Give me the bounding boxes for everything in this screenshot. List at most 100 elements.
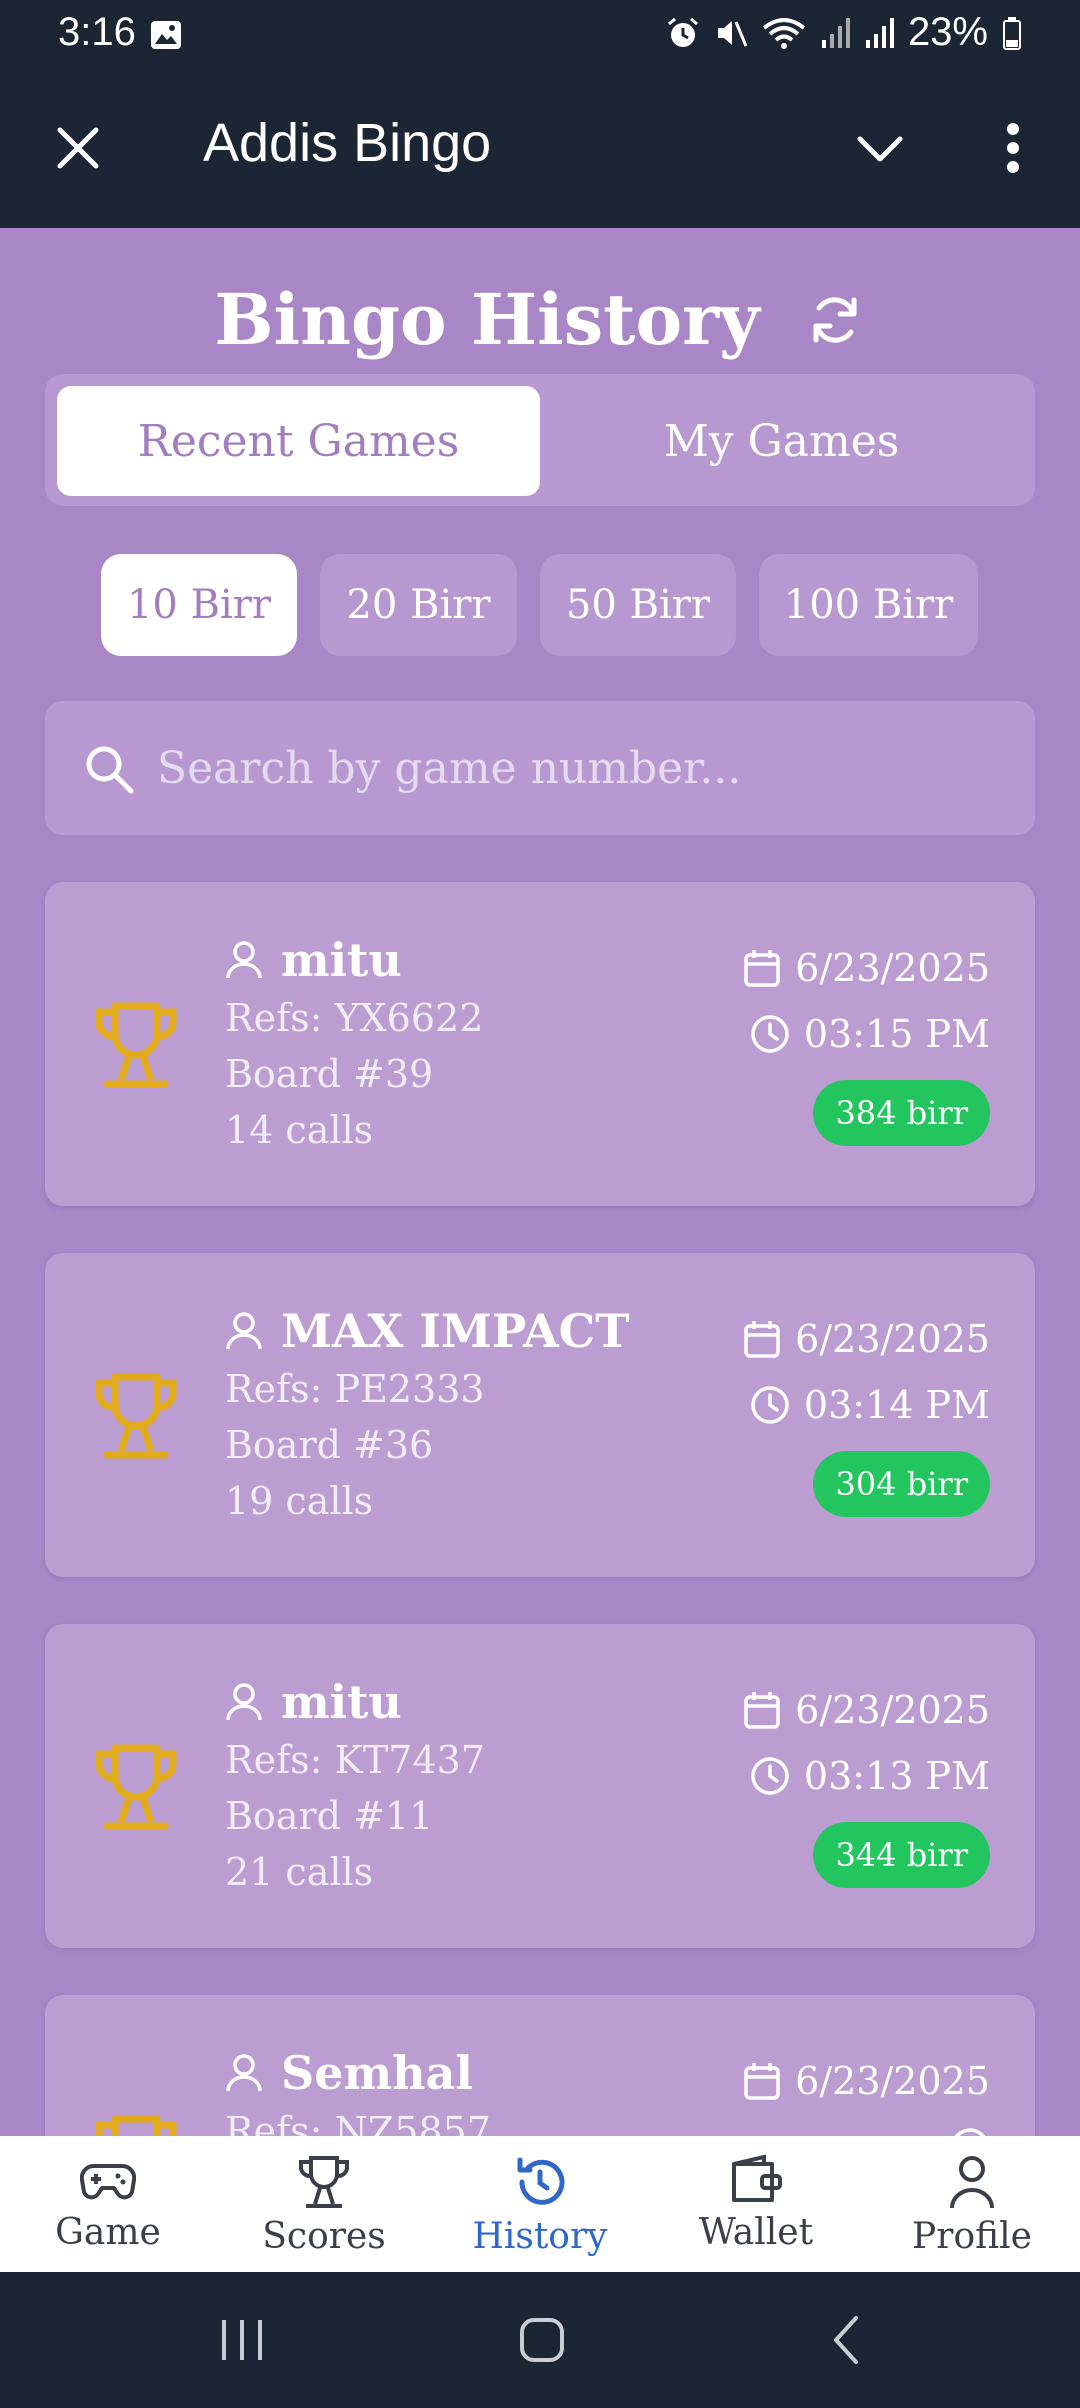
winner-name: mitu	[281, 1675, 402, 1729]
trophy-icon	[95, 2115, 177, 2136]
wallet-icon	[732, 2154, 782, 2202]
filter-50-birr[interactable]: 50 Birr	[540, 554, 736, 656]
wifi-icon	[762, 17, 806, 49]
clock-icon	[954, 2128, 986, 2136]
nav-scores[interactable]: Scores	[216, 2136, 432, 2272]
signal-icon	[821, 17, 850, 48]
nav-game[interactable]: Game	[0, 2136, 216, 2272]
mute-icon	[717, 20, 748, 47]
game-time: 03:13 PM	[803, 1754, 990, 1798]
back-icon[interactable]	[822, 2310, 870, 2370]
refresh-button[interactable]	[804, 289, 866, 351]
trophy-icon	[95, 1744, 177, 1830]
chevron-down-icon	[857, 136, 903, 162]
game-time: 03:14 PM	[803, 1383, 990, 1427]
calendar-icon	[744, 1692, 780, 1729]
close-button[interactable]	[44, 114, 112, 182]
home-icon[interactable]	[518, 2310, 566, 2370]
trophy-icon	[95, 1373, 177, 1459]
board-number: Board #36	[225, 1423, 434, 1467]
card-meta: 6/23/2025	[730, 2055, 990, 2136]
battery-percent: 23%	[907, 10, 988, 54]
app-title: Addis Bingo	[203, 113, 492, 173]
clock-icon	[751, 1015, 789, 1053]
collapse-button[interactable]	[845, 116, 915, 180]
user-icon	[226, 941, 262, 979]
filter-100-birr[interactable]: 100 Birr	[759, 554, 978, 656]
trophy-icon	[95, 1002, 177, 1088]
game-date: 6/23/2025	[795, 946, 990, 990]
status-bar: 3:16 23%	[0, 0, 1080, 70]
game-date: 6/23/2025	[795, 1317, 990, 1361]
user-icon	[226, 2054, 262, 2092]
alarm-icon	[667, 17, 698, 47]
trophy-icon	[299, 2156, 349, 2208]
nav-history[interactable]: History	[432, 2136, 648, 2272]
status-time: 3:16	[58, 10, 136, 54]
game-date: 6/23/2025	[795, 1688, 990, 1732]
game-time: 03:15 PM	[803, 1012, 990, 1056]
board-number: Board #39	[225, 1052, 434, 1096]
winner-name: mitu	[281, 933, 402, 987]
board-number: Board #11	[225, 1794, 434, 1838]
card-details: Semhal Refs: NZ5857	[225, 2043, 491, 2136]
bottom-navigation: Game Scores History Wallet Profile	[0, 2136, 1080, 2272]
nav-label: Game	[55, 2212, 161, 2253]
main-content[interactable]: Bingo History Recent Games My Games 10 B…	[0, 228, 1080, 2136]
stake-filters: 10 Birr 20 Birr 50 Birr 100 Birr	[101, 554, 978, 656]
search-icon	[86, 746, 134, 794]
game-refs: Refs: PE2333	[225, 1367, 485, 1411]
tab-recent-games[interactable]: Recent Games	[57, 386, 540, 496]
more-options-button[interactable]	[985, 110, 1041, 186]
game-refs: Refs: NZ5857	[225, 2109, 491, 2136]
image-notification-icon	[151, 21, 181, 49]
card-details: MAX IMPACT Refs: PE2333 Board #36 19 cal…	[225, 1301, 630, 1529]
winner-name: MAX IMPACT	[281, 1304, 630, 1358]
call-count: 14 calls	[225, 1108, 374, 1152]
game-card[interactable]: MAX IMPACT Refs: PE2333 Board #36 19 cal…	[45, 1253, 1035, 1577]
card-details: mitu Refs: KT7437 Board #11 21 calls	[225, 1672, 485, 1900]
refresh-icon	[813, 296, 857, 343]
gamepad-icon	[80, 2163, 136, 2200]
calendar-icon	[744, 950, 780, 987]
game-card[interactable]: Semhal Refs: NZ5857 6/23/2025	[45, 1995, 1035, 2136]
game-card[interactable]: mitu Refs: KT7437 Board #11 21 calls 6/2…	[45, 1624, 1035, 1948]
winner-name: Semhal	[281, 2046, 473, 2100]
user-icon	[226, 1312, 262, 1350]
search-input[interactable]	[157, 733, 997, 803]
recent-apps-icon[interactable]	[218, 2310, 266, 2370]
call-count: 21 calls	[225, 1850, 374, 1894]
game-date: 6/23/2025	[795, 2059, 990, 2103]
card-meta: 6/23/2025 03:13 PM 344 birr	[730, 1684, 990, 1888]
more-vert-icon	[1007, 123, 1019, 173]
nav-label: History	[472, 2216, 608, 2257]
search-bar	[45, 701, 1035, 835]
signal-icon-2	[865, 17, 894, 48]
filter-20-birr[interactable]: 20 Birr	[320, 554, 517, 656]
game-refs: Refs: YX6622	[225, 996, 484, 1040]
battery-icon	[1003, 16, 1021, 50]
history-tabs: Recent Games My Games	[45, 374, 1035, 506]
calendar-icon	[744, 1321, 780, 1358]
history-icon	[517, 2157, 565, 2205]
card-meta: 6/23/2025 03:15 PM 384 birr	[730, 942, 990, 1146]
clock-icon	[751, 1757, 789, 1795]
clock-icon	[751, 1386, 789, 1424]
call-count: 19 calls	[225, 1479, 374, 1523]
system-navigation-bar	[0, 2272, 1080, 2408]
page-header: Bingo History	[0, 278, 1080, 361]
nav-label: Wallet	[698, 2212, 814, 2253]
tab-my-games[interactable]: My Games	[540, 386, 1023, 496]
person-icon	[950, 2156, 994, 2209]
nav-label: Profile	[912, 2216, 1032, 2257]
card-details: mitu Refs: YX6622 Board #39 14 calls	[225, 930, 483, 1158]
prize-badge: 304 birr	[813, 1451, 990, 1517]
close-icon	[57, 127, 99, 169]
card-meta: 6/23/2025 03:14 PM 304 birr	[730, 1313, 990, 1517]
user-icon	[226, 1683, 262, 1721]
filter-10-birr[interactable]: 10 Birr	[101, 554, 297, 656]
nav-profile[interactable]: Profile	[864, 2136, 1080, 2272]
game-card[interactable]: mitu Refs: YX6622 Board #39 14 calls 6/2…	[45, 882, 1035, 1206]
app-bar: Addis Bingo	[0, 70, 1080, 228]
nav-wallet[interactable]: Wallet	[648, 2136, 864, 2272]
